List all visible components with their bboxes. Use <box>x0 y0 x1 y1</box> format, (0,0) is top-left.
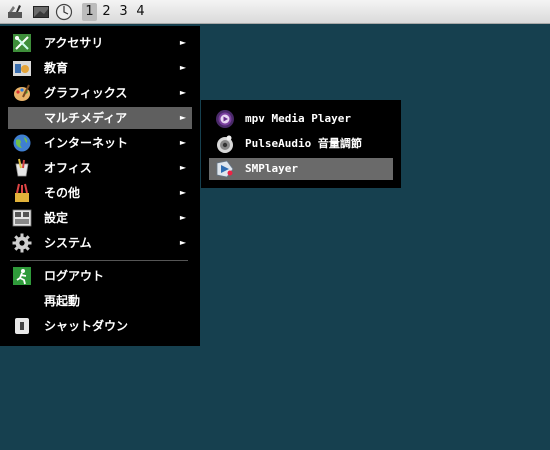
menu-item-label: ログアウト <box>44 269 105 283</box>
menu-item-label: アクセサリ <box>44 36 104 50</box>
menu-item-label: マルチメディア <box>44 111 128 125</box>
menu-item-shutdown[interactable]: シャットダウン <box>8 315 192 337</box>
office-icon <box>12 158 32 178</box>
shutdown-icon <box>12 316 32 336</box>
submenu-arrow-icon: ► <box>179 63 186 72</box>
submenu-arrow-icon: ► <box>179 188 186 197</box>
menu-item-internet[interactable]: インターネット ► <box>8 132 192 154</box>
submenu-item-pulseaudio[interactable]: PulseAudio 音量調節 <box>209 133 393 155</box>
menu-item-accessories[interactable]: アクセサリ ► <box>8 32 192 54</box>
workspace-1[interactable]: 1 <box>82 3 97 21</box>
menu-item-multimedia[interactable]: マルチメディア ► <box>8 107 192 129</box>
menu-item-label: 教育 <box>44 61 69 75</box>
globe-clock-icon[interactable] <box>55 3 73 21</box>
submenu-arrow-icon: ► <box>179 38 186 47</box>
submenu-arrow-icon: ► <box>179 113 186 122</box>
logout-exit-icon <box>12 266 32 286</box>
submenu-item-label: SMPlayer <box>245 162 298 175</box>
menu-item-reboot[interactable]: 再起動 <box>8 290 192 312</box>
accessories-icon <box>12 33 32 53</box>
top-panel: 1 2 3 4 <box>0 0 550 24</box>
submenu-item-label: mpv Media Player <box>245 112 351 125</box>
other-paint-icon <box>12 183 32 203</box>
workspace-3[interactable]: 3 <box>116 3 131 21</box>
submenu-item-smplayer[interactable]: SMPlayer <box>209 158 393 180</box>
menu-item-label: その他 <box>44 186 81 200</box>
menu-item-graphics[interactable]: グラフィックス ► <box>8 82 192 104</box>
graphics-palette-icon <box>12 83 32 103</box>
submenu-arrow-icon: ► <box>179 138 186 147</box>
menu-item-label: インターネット <box>44 136 129 150</box>
workspace-4[interactable]: 4 <box>133 3 148 21</box>
menu-item-settings[interactable]: 設定 ► <box>8 207 192 229</box>
menu-item-education[interactable]: 教育 ► <box>8 57 192 79</box>
menu-item-label: オフィス <box>44 161 92 175</box>
submenu-item-mpv[interactable]: mpv Media Player <box>209 108 393 130</box>
menu-item-label: 設定 <box>44 211 69 225</box>
multimedia-submenu: mpv Media Player PulseAudio 音量調節 SMPlaye… <box>201 100 401 188</box>
multimedia-icon <box>12 108 32 128</box>
submenu-arrow-icon: ► <box>179 238 186 247</box>
menu-item-system[interactable]: システム ► <box>8 232 192 254</box>
menu-item-label: シャットダウン <box>44 319 129 333</box>
menu-item-logout[interactable]: ログアウト <box>8 265 192 287</box>
education-icon <box>12 58 32 78</box>
pulseaudio-speaker-icon <box>215 134 235 154</box>
menu-item-label: システム <box>44 236 92 250</box>
menu-item-office[interactable]: オフィス ► <box>8 157 192 179</box>
mpv-icon <box>215 109 235 129</box>
settings-tools-icon[interactable] <box>6 3 24 21</box>
application-menu: アクセサリ ► 教育 ► グラフィックス ► マルチメディア ► インターネット… <box>0 26 200 346</box>
internet-globe-icon <box>12 133 32 153</box>
workspace-2[interactable]: 2 <box>99 3 114 21</box>
smplayer-icon <box>215 159 235 179</box>
submenu-item-label: PulseAudio 音量調節 <box>245 137 362 150</box>
menu-item-other[interactable]: その他 ► <box>8 182 192 204</box>
menu-separator <box>10 260 188 261</box>
submenu-arrow-icon: ► <box>179 163 186 172</box>
settings-panel-icon <box>12 208 32 228</box>
menu-item-label: グラフィックス <box>44 86 128 100</box>
window-thumbnail-icon[interactable] <box>32 3 50 21</box>
menu-item-label: 再起動 <box>44 294 81 308</box>
submenu-arrow-icon: ► <box>179 213 186 222</box>
system-gear-icon <box>12 233 32 253</box>
submenu-arrow-icon: ► <box>179 88 186 97</box>
